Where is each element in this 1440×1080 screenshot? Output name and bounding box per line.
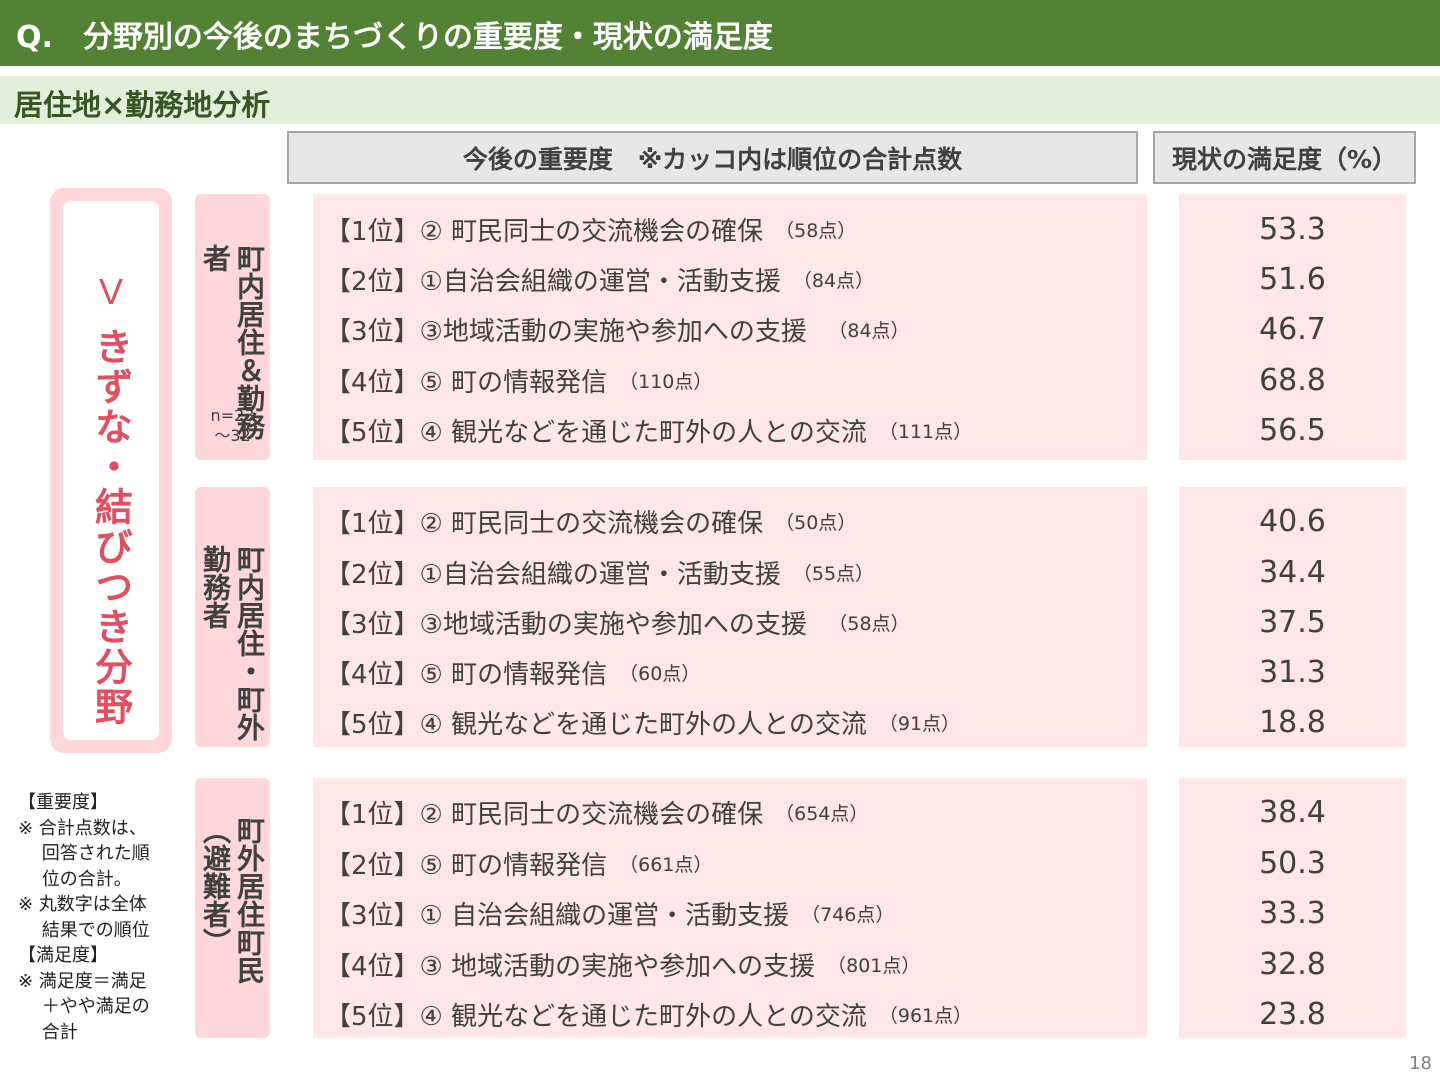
satisfaction-value: 51.6 bbox=[1259, 261, 1326, 297]
satisfaction-value: 50.3 bbox=[1259, 845, 1326, 881]
note-line: 回答された順 bbox=[18, 843, 150, 864]
satisfaction-value: 37.5 bbox=[1259, 604, 1326, 640]
satisfaction-value: 40.6 bbox=[1259, 503, 1326, 539]
rank-row: 【1位】② 町民同士の交流機会の確保 （654点） bbox=[325, 799, 869, 830]
rank-row: 【4位】⑤ 町の情報発信 （60点） bbox=[325, 659, 701, 690]
rank-row: 【3位】① 自治会組織の運営・活動支援 （746点） bbox=[325, 900, 895, 931]
satisfaction-value: 53.3 bbox=[1259, 211, 1326, 247]
footnotes: 【重要度】 ※ 合計点数は、 回答された順 位の合計。 ※ 丸数字は全体 結果で… bbox=[18, 790, 150, 1045]
group-label-text: 町外居住町民（避難者） bbox=[199, 816, 266, 984]
title-bar: Q. 分野別の今後のまちづくりの重要度・現状の満足度 bbox=[0, 0, 1440, 66]
rank-row: 【5位】④ 観光などを通じた町外の人との交流 （111点） bbox=[325, 417, 973, 448]
importance-panel-1: 【1位】② 町民同士の交流機会の確保 （58点） 【2位】①自治会組織の運営・活動… bbox=[313, 194, 1147, 460]
rank-row: 【4位】⑤ 町の情報発信 （110点） bbox=[325, 367, 713, 398]
group-label-1: 町内居住＆勤務者 n=23 ～32 bbox=[195, 194, 270, 460]
group-label-2: 町内居住・町外勤務者 bbox=[195, 487, 270, 747]
note-line: 【重要度】 bbox=[18, 792, 108, 813]
note-line: ＋やや満足の bbox=[18, 996, 150, 1017]
satisfaction-value: 34.4 bbox=[1259, 554, 1326, 590]
rank-row: 【3位】③地域活動の実施や参加への支援 （58点） bbox=[325, 609, 910, 640]
satisfaction-value: 46.7 bbox=[1259, 311, 1326, 347]
importance-panel-3: 【1位】② 町民同士の交流機会の確保 （654点） 【2位】⑤ 町の情報発信 （66… bbox=[313, 778, 1147, 1038]
category-name: きずな・結びつき分野 bbox=[88, 327, 133, 727]
importance-column-header: 今後の重要度 ※カッコ内は順位の合計点数 bbox=[287, 131, 1138, 184]
rank-row: 【1位】② 町民同士の交流機会の確保 （50点） bbox=[325, 508, 857, 539]
satisfaction-value: 18.8 bbox=[1259, 704, 1326, 740]
satisfaction-panel-3: 38.4 50.3 33.3 32.8 23.8 bbox=[1179, 778, 1406, 1038]
rank-row: 【5位】④ 観光などを通じた町外の人との交流 （961点） bbox=[325, 1001, 973, 1032]
satisfaction-value: 38.4 bbox=[1259, 794, 1326, 830]
category-roman: V bbox=[98, 271, 123, 312]
note-line: 合計 bbox=[18, 1021, 78, 1043]
satisfaction-value: 56.5 bbox=[1259, 412, 1326, 448]
category-label: V きずな・結びつき分野 bbox=[63, 201, 159, 740]
page-title: Q. 分野別の今後のまちづくりの重要度・現状の満足度 bbox=[16, 20, 773, 55]
note-line: 位の合計。 bbox=[18, 868, 132, 890]
page-subtitle: 居住地×勤務地分析 bbox=[14, 88, 271, 122]
page-number: 18 bbox=[1409, 1053, 1432, 1074]
rank-row: 【2位】①自治会組織の運営・活動支援 （84点） bbox=[325, 266, 875, 297]
satisfaction-value: 31.3 bbox=[1259, 654, 1326, 690]
satisfaction-panel-1: 53.3 51.6 46.7 68.8 56.5 bbox=[1179, 194, 1406, 460]
note-line: 結果での順位 bbox=[18, 919, 150, 941]
satisfaction-column-header: 現状の満足度（%） bbox=[1153, 131, 1416, 184]
satisfaction-panel-2: 40.6 34.4 37.5 31.3 18.8 bbox=[1179, 487, 1406, 747]
note-line: 【満足度】 bbox=[18, 945, 108, 966]
rank-row: 【1位】② 町民同士の交流機会の確保 （58点） bbox=[325, 216, 857, 247]
group-label-3: 町外居住町民（避難者） bbox=[195, 778, 270, 1038]
satisfaction-value: 32.8 bbox=[1259, 946, 1326, 982]
rank-row: 【4位】③ 地域活動の実施や参加への支援 （801点） bbox=[325, 951, 921, 982]
note-line: ※ 満足度＝満足 bbox=[18, 970, 147, 992]
importance-panel-2: 【1位】② 町民同士の交流機会の確保 （50点） 【2位】①自治会組織の運営・活動… bbox=[313, 487, 1147, 747]
satisfaction-value: 23.8 bbox=[1259, 996, 1326, 1032]
rank-row: 【2位】⑤ 町の情報発信 （661点） bbox=[325, 850, 713, 881]
group-n-line-1: n=23 bbox=[210, 406, 255, 425]
rank-row: 【5位】④ 観光などを通じた町外の人との交流 （91点） bbox=[325, 709, 961, 740]
note-line: ※ 丸数字は全体 bbox=[18, 894, 147, 915]
subtitle-bar: 居住地×勤務地分析 bbox=[0, 76, 1440, 124]
satisfaction-value: 68.8 bbox=[1259, 362, 1326, 398]
rank-row: 【3位】③地域活動の実施や参加への支援 （84点） bbox=[325, 316, 910, 347]
group-n-line-2: ～32 bbox=[214, 426, 251, 445]
group-label-text: 町内居住・町外勤務者 bbox=[199, 545, 266, 741]
note-line: ※ 合計点数は、 bbox=[18, 817, 147, 839]
satisfaction-value: 33.3 bbox=[1259, 895, 1326, 931]
rank-row: 【2位】①自治会組織の運営・活動支援 （55点） bbox=[325, 559, 875, 590]
